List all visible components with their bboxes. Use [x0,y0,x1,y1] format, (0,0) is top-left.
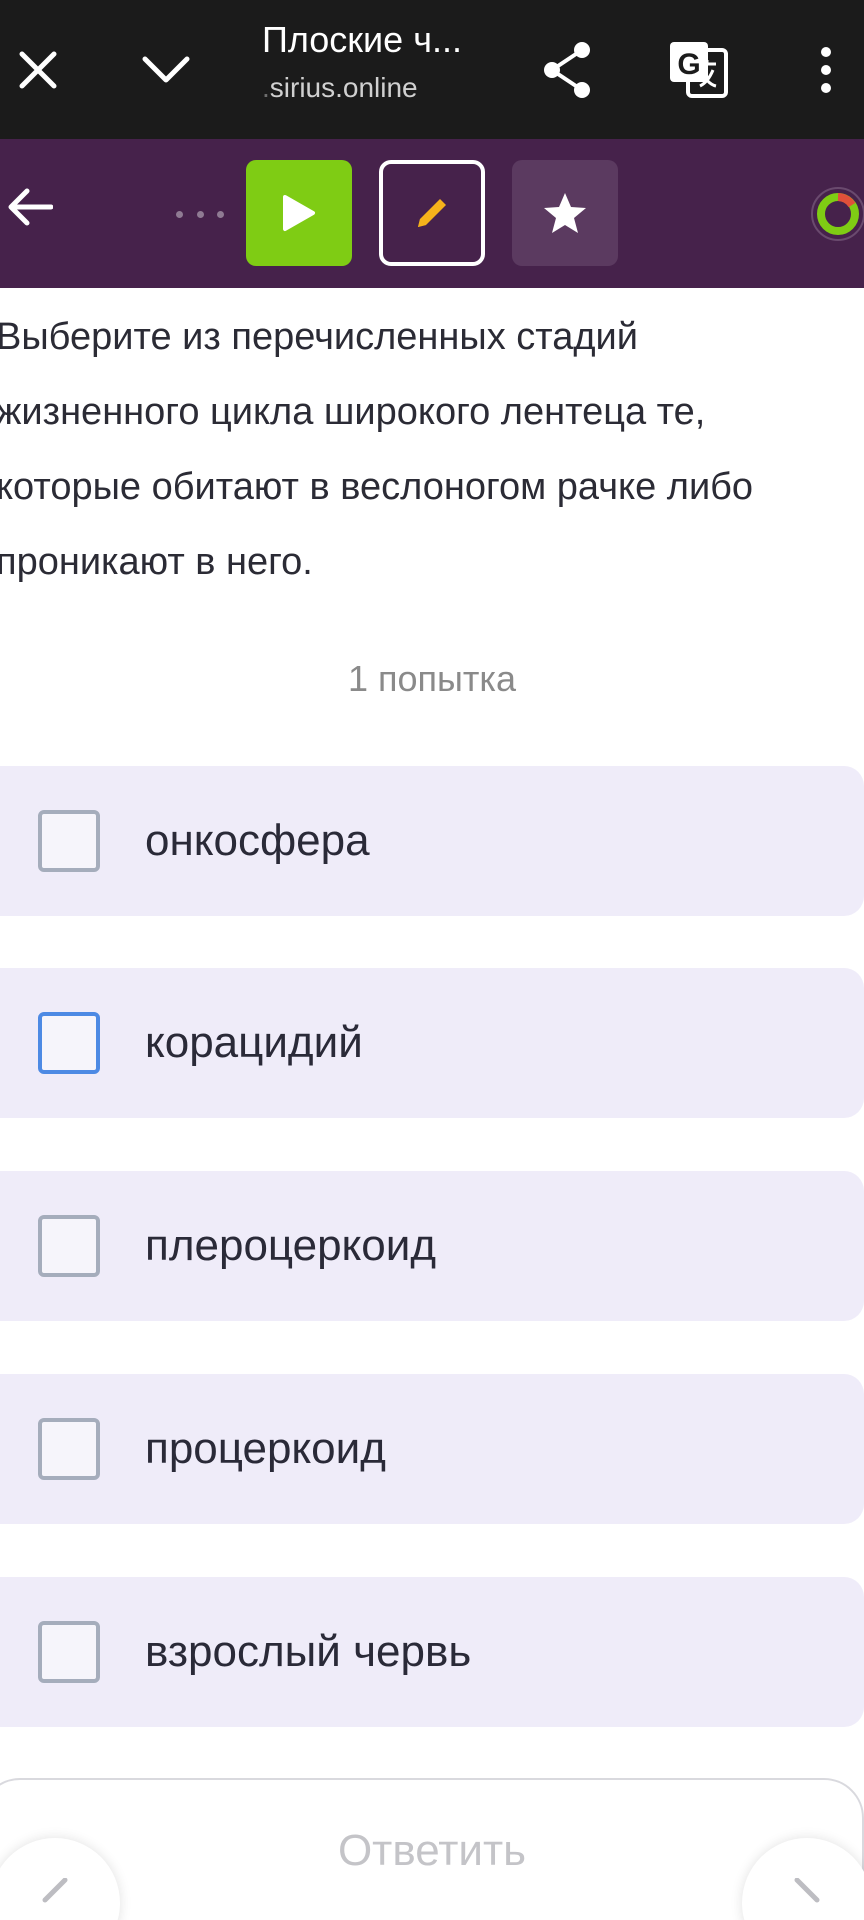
answer-button-label: Ответить [337,1826,527,1875]
browser-title-area[interactable]: Плоские ч... .sirius.online [262,18,502,106]
course-toolbar [0,139,864,288]
answer-option[interactable]: взрослый червь [0,1577,864,1727]
back-arrow-icon[interactable] [2,179,58,235]
page-title: Плоские ч... [262,19,462,60]
favorite-button[interactable] [512,160,618,266]
chevron-right-icon [794,1878,820,1903]
svg-text:G: G [677,48,700,81]
progress-ring-icon[interactable] [808,186,864,242]
answer-option[interactable]: процеркоид [0,1374,864,1524]
browser-top-bar: Плоские ч... .sirius.online G [0,0,864,139]
option-label: онкосфера [145,816,370,865]
option-checkbox[interactable] [38,1418,100,1480]
ellipsis-icon[interactable] [176,208,224,220]
pencil-icon [418,199,446,227]
chevron-down-icon[interactable] [136,0,196,139]
chevron-left-icon [42,1878,68,1903]
question-text: Выберите из перечисленных стадий жизненн… [0,316,754,583]
option-label: взрослый червь [145,1627,472,1676]
play-button[interactable] [246,160,352,266]
translate-icon[interactable]: G [664,0,734,139]
star-icon [544,193,586,233]
option-checkbox[interactable] [38,1012,100,1074]
attempts-counter: 1 попытка [348,658,516,699]
option-label: плероцеркоид [145,1221,437,1270]
edit-button[interactable] [379,160,485,266]
option-label: корацидий [145,1018,363,1067]
option-checkbox[interactable] [38,810,100,872]
close-icon[interactable] [8,0,68,139]
more-vert-icon[interactable] [806,0,846,139]
option-checkbox[interactable] [38,1621,100,1683]
answer-option[interactable]: корацидий [0,968,864,1118]
answer-option[interactable]: плероцеркоид [0,1171,864,1321]
option-label: процеркоид [145,1424,386,1473]
answer-option[interactable]: онкосфера [0,766,864,916]
share-icon[interactable] [536,0,600,139]
option-checkbox[interactable] [38,1215,100,1277]
page-url: .sirius.online [262,72,418,103]
play-icon [283,195,315,231]
